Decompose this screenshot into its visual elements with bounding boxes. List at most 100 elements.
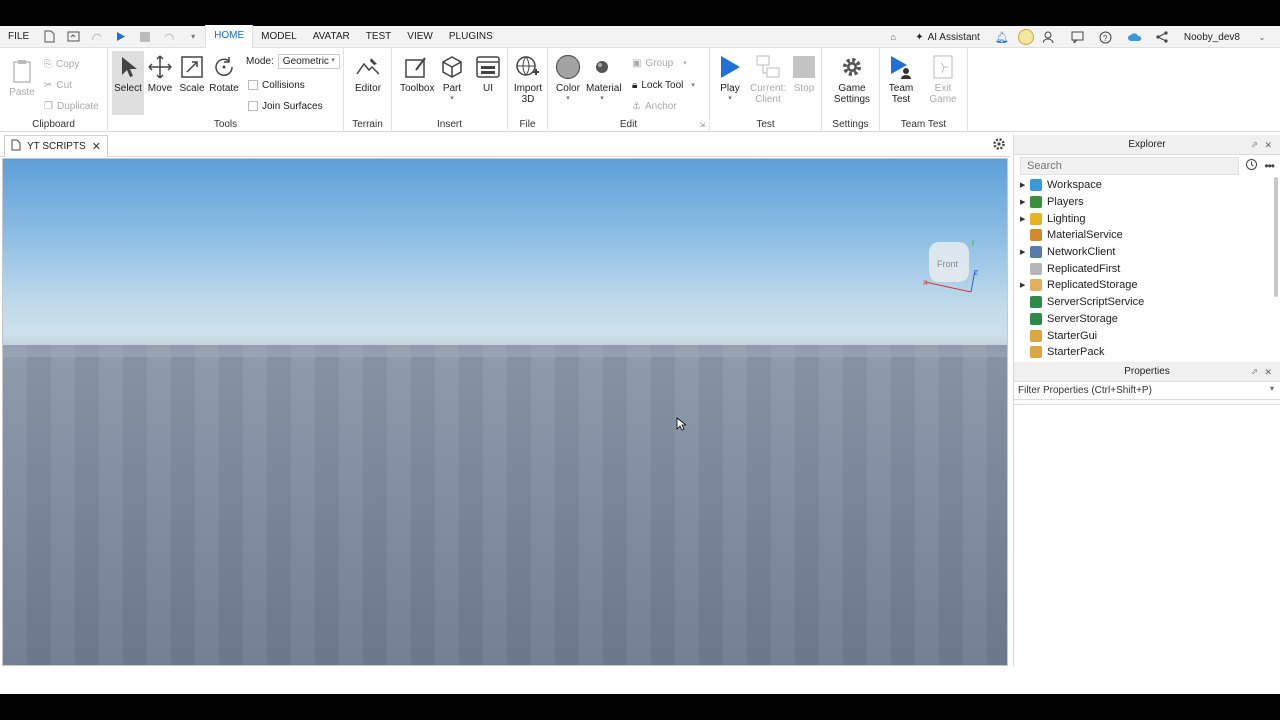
material-dropdown-icon[interactable]: ▾ — [586, 94, 618, 102]
baseplate[interactable] — [3, 345, 1007, 665]
tree-item[interactable]: ▶ Players — [1014, 194, 1280, 211]
move-button[interactable]: Move — [144, 54, 176, 94]
more-options-icon[interactable]: ••• — [1264, 159, 1275, 173]
file-menu[interactable]: FILE — [0, 26, 37, 48]
group-button[interactable]: ▣ Group ▾ — [632, 54, 687, 72]
publish-icon[interactable] — [66, 30, 80, 44]
play-button[interactable]: Play ▾ — [714, 54, 746, 102]
exit-game-line2: Game — [929, 94, 957, 105]
expand-arrow-icon[interactable]: ▶ — [1020, 181, 1030, 189]
close-icon[interactable]: ✕ — [1264, 135, 1272, 155]
share-icon[interactable] — [1155, 30, 1169, 44]
history-icon[interactable] — [1245, 158, 1258, 174]
notification-bell-icon[interactable]: 🔔︎ — [995, 30, 1009, 44]
tree-item[interactable]: ServerStorage — [1014, 311, 1280, 328]
stop-icon — [791, 54, 817, 80]
tab-view[interactable]: VIEW — [399, 26, 441, 48]
collisions-checkbox[interactable] — [248, 80, 258, 90]
collapse-ribbon-icon[interactable]: ⌂ — [886, 30, 900, 44]
lock-dropdown-icon[interactable]: ▾ — [691, 81, 695, 89]
color-dropdown-icon[interactable]: ▾ — [552, 94, 584, 102]
quick-access-menu-icon[interactable]: ▾ — [186, 30, 200, 44]
tree-item[interactable]: ReplicatedFirst — [1014, 260, 1280, 277]
place-file-icon — [11, 139, 21, 154]
view-cube[interactable]: Front X Z — [923, 234, 983, 294]
cloud-icon[interactable] — [1127, 30, 1141, 44]
join-surfaces-toggle[interactable]: Join Surfaces — [248, 97, 323, 115]
team-test-button[interactable]: Team Test — [885, 54, 917, 105]
tree-item[interactable]: MaterialService — [1014, 227, 1280, 244]
sky — [3, 159, 1007, 359]
ui-button[interactable]: UI — [472, 54, 504, 94]
chevron-down-icon[interactable]: ▾ — [1270, 384, 1274, 393]
tab-plugins[interactable]: PLUGINS — [441, 26, 501, 48]
ai-assistant-button[interactable]: ✦ AI Assistant — [909, 32, 986, 43]
part-button[interactable]: Part ▾ — [436, 54, 468, 102]
document-tab[interactable]: YT SCRIPTS ✕ — [4, 135, 108, 157]
terrain-editor-button[interactable]: Editor — [352, 54, 384, 94]
avatar[interactable] — [1017, 29, 1034, 45]
exit-game-button[interactable]: Exit Game — [927, 54, 959, 105]
tab-model[interactable]: MODEL — [253, 26, 305, 48]
edit-expand-icon[interactable]: ⇲ — [699, 121, 705, 129]
pin-icon[interactable]: ⬀ — [1251, 362, 1258, 382]
scale-button[interactable]: Scale — [176, 54, 208, 94]
import-3d-button[interactable]: Import 3D — [512, 54, 544, 105]
material-button[interactable]: Material ▾ — [586, 54, 622, 102]
tree-item[interactable]: StarterPack — [1014, 344, 1280, 361]
tree-item[interactable]: ▶ Workspace — [1014, 177, 1280, 194]
tree-item-label: Players — [1047, 196, 1084, 209]
current-client-button[interactable]: Current: Client — [750, 54, 786, 105]
expand-arrow-icon[interactable]: ▶ — [1020, 215, 1030, 223]
tab-test[interactable]: TEST — [358, 26, 400, 48]
toolbox-button[interactable]: Toolbox — [400, 54, 434, 94]
expand-arrow-icon[interactable]: ▶ — [1020, 198, 1030, 206]
add-friend-icon[interactable] — [1043, 30, 1057, 44]
part-dropdown-icon[interactable]: ▾ — [436, 94, 468, 102]
paste-button[interactable]: Paste — [6, 58, 38, 98]
color-button[interactable]: Color ▾ — [552, 54, 584, 102]
properties-filter-input[interactable]: Filter Properties (Ctrl+Shift+P) ▾ — [1014, 382, 1280, 400]
copy-button[interactable]: ⎘ Copy — [44, 55, 79, 73]
join-surfaces-checkbox[interactable] — [248, 101, 258, 111]
pin-icon[interactable]: ⬀ — [1251, 135, 1258, 155]
cut-button[interactable]: ✂︎ Cut — [44, 76, 72, 94]
play-dropdown-icon[interactable]: ▾ — [714, 94, 746, 102]
tab-avatar[interactable]: AVATAR — [305, 26, 358, 48]
chat-icon[interactable] — [1071, 30, 1085, 44]
rotate-button[interactable]: Rotate — [208, 54, 240, 94]
tree-item[interactable]: ▶ NetworkClient — [1014, 244, 1280, 261]
team-test-line2: Test — [891, 94, 911, 105]
select-button[interactable]: Select — [112, 54, 144, 94]
close-icon[interactable]: ✕ — [1264, 362, 1272, 382]
expand-arrow-icon[interactable]: ▶ — [1020, 281, 1030, 289]
tab-home[interactable]: HOME — [205, 25, 254, 48]
user-menu-chevron-icon[interactable]: ⌄ — [1255, 30, 1269, 44]
explorer-search-input[interactable] — [1020, 157, 1240, 175]
viewport-3d[interactable]: Front X Z — [2, 158, 1008, 666]
gear-icon — [839, 54, 865, 80]
user-name[interactable]: Nooby_dev8 — [1178, 32, 1246, 43]
help-icon[interactable]: ? — [1099, 30, 1113, 44]
viewport-settings-icon[interactable] — [992, 137, 1006, 151]
new-file-icon[interactable] — [42, 30, 56, 44]
explorer-scrollbar[interactable] — [1274, 177, 1278, 297]
tree-item[interactable]: ▶ ReplicatedStorage — [1014, 277, 1280, 294]
anchor-button[interactable]: ⚓︎ Anchor — [632, 97, 677, 115]
expand-arrow-icon[interactable]: ▶ — [1020, 248, 1030, 256]
duplicate-button[interactable]: ❐ Duplicate — [44, 97, 99, 115]
tree-item[interactable]: ServerScriptService — [1014, 294, 1280, 311]
ribbon: Paste ⎘ Copy ✂︎ Cut ❐ Duplicate Clipboard S… — [0, 48, 1280, 132]
lock-tool-button[interactable]: 🔒︎ Lock Tool ▾ — [632, 76, 695, 94]
tree-item-label: Workspace — [1047, 179, 1102, 192]
quick-play-icon[interactable] — [114, 30, 128, 44]
tree-item[interactable]: StarterGui — [1014, 327, 1280, 344]
tree-item[interactable]: ▶ Lighting — [1014, 210, 1280, 227]
mode-select[interactable]: Geometric ▾ — [277, 53, 340, 69]
scale-label: Scale — [179, 83, 205, 94]
group-dropdown-icon[interactable]: ▾ — [683, 59, 687, 67]
stop-button[interactable]: Stop — [788, 54, 820, 94]
collisions-toggle[interactable]: Collisions — [248, 76, 305, 94]
game-settings-button[interactable]: Game Settings — [830, 54, 874, 105]
close-icon[interactable]: ✕ — [92, 140, 101, 153]
